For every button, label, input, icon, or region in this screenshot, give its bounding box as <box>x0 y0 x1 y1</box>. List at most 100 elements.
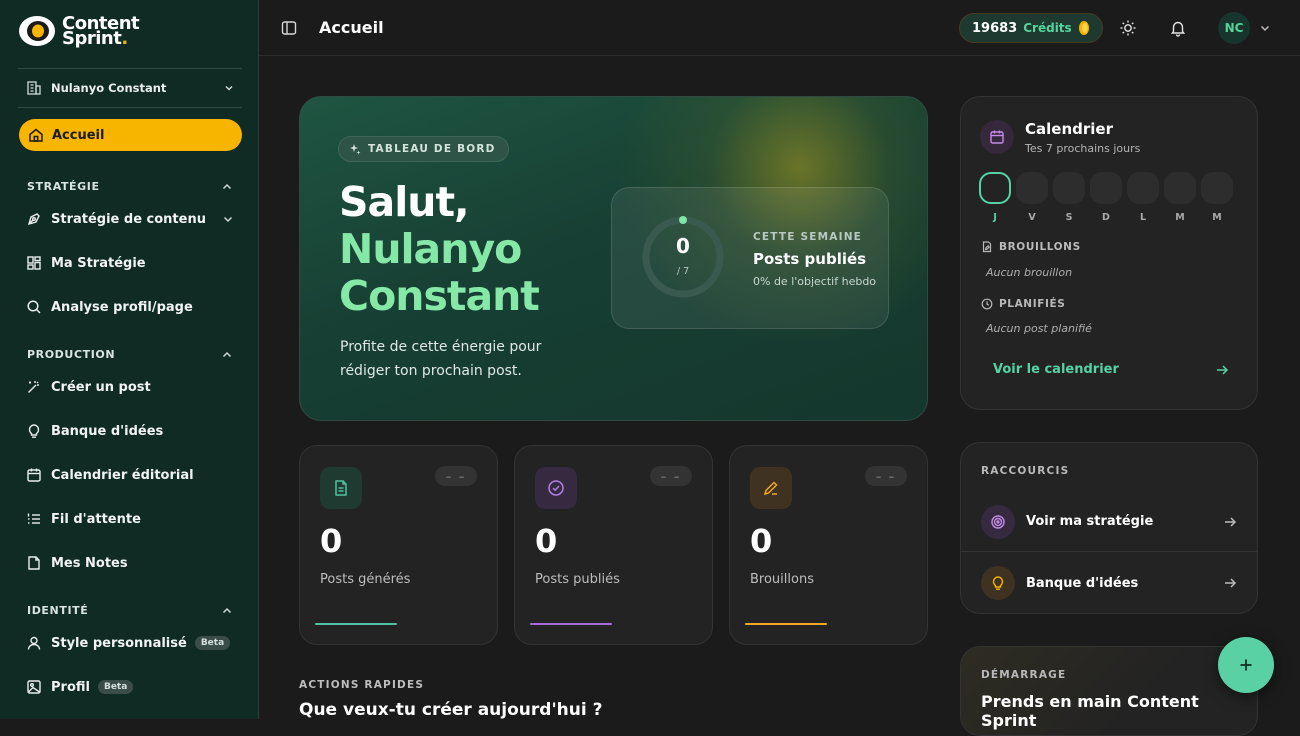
day-cell[interactable]: M <box>1164 172 1196 223</box>
hero-subtitle: Profite de cette énergie pour rédiger to… <box>340 339 542 379</box>
drafts-heading: BROUILLONS <box>981 241 1081 253</box>
shortcuts-label: RACCOURCIS <box>981 465 1070 477</box>
check-circle-icon <box>535 467 577 509</box>
stat-label: Brouillons <box>750 572 814 587</box>
brand-logo[interactable]: Content Sprint. <box>18 13 140 49</box>
day-cell[interactable]: D <box>1090 172 1122 223</box>
credits-value: 19683 <box>972 20 1018 36</box>
quick-actions-label: ACTIONS RAPIDES <box>299 679 425 691</box>
onboarding-card[interactable]: DÉMARRAGE Prends en main Content Sprint <box>960 646 1258 736</box>
pen-tool-icon <box>27 213 40 226</box>
day-cell[interactable]: S <box>1053 172 1085 223</box>
shortcut-strategy[interactable]: Voir ma stratégie <box>961 492 1257 552</box>
file-edit-icon <box>982 241 992 253</box>
create-fab-button[interactable] <box>1218 637 1274 693</box>
arrow-right-icon <box>1225 516 1237 527</box>
credits-badge[interactable]: 19683 Crédits <box>959 13 1103 43</box>
day-cell[interactable]: V <box>1016 172 1048 223</box>
day-cell[interactable]: J <box>979 172 1011 223</box>
calendar-icon <box>980 120 1014 154</box>
chevron-down-icon[interactable] <box>1259 22 1271 34</box>
top-header: Accueil 19683 Crédits NC <box>259 0 1300 56</box>
logo-icon <box>19 16 55 46</box>
sparkles-icon <box>350 144 361 155</box>
brand-name: Content Sprint. <box>62 13 140 49</box>
stat-value: 0 <box>535 522 558 560</box>
calendar-icon <box>27 468 41 482</box>
sidebar-item-idea-bank[interactable]: Banque d'idées <box>26 418 242 444</box>
scheduled-heading: PLANIFIÉS <box>981 298 1065 310</box>
image-icon <box>27 680 41 694</box>
sidebar-item-profile-analysis[interactable]: Analyse profil/page <box>26 294 242 320</box>
stat-card-generated[interactable]: – – 0 Posts générés <box>299 445 498 645</box>
document-icon <box>320 467 362 509</box>
sidebar-toggle-icon[interactable] <box>281 20 297 36</box>
beta-badge: Beta <box>97 680 134 694</box>
shortcuts-card: RACCOURCIS Voir ma stratégie Banque d'id… <box>960 442 1258 614</box>
sidebar-item-my-strategy[interactable]: Ma Stratégie <box>26 250 242 276</box>
stat-card-published[interactable]: – – 0 Posts publiés <box>514 445 713 645</box>
sidebar-item-create-post[interactable]: Créer un post <box>26 374 242 400</box>
view-calendar-link[interactable]: Voir le calendrier <box>993 362 1229 377</box>
lightbulb-icon <box>981 566 1015 600</box>
sidebar-item-profile[interactable]: Profil Beta <box>26 674 242 700</box>
workspace-name: Nulanyo Constant <box>51 81 167 95</box>
stat-label: Posts publiés <box>535 572 620 587</box>
weekly-goal-text: 0% de l'objectif hebdo <box>753 275 877 288</box>
greeting: Salut, Nulanyo Constant <box>339 178 540 320</box>
onboarding-title: Prends en main Content Sprint <box>981 692 1199 730</box>
avatar[interactable]: NC <box>1218 12 1250 44</box>
page-title: Accueil <box>319 18 384 37</box>
weekly-label: CETTE SEMAINE <box>753 231 863 243</box>
plus-icon <box>1240 659 1252 671</box>
target-icon <box>981 504 1015 539</box>
stat-accent-bar <box>315 623 397 625</box>
sidebar: Content Sprint. Nulanyo Constant Accueil… <box>0 0 259 719</box>
home-icon <box>29 128 43 142</box>
sun-icon[interactable] <box>1119 19 1137 37</box>
sidebar-item-label: Accueil <box>52 127 105 143</box>
arrow-right-icon <box>1217 364 1229 375</box>
pencil-icon <box>750 467 792 509</box>
stat-value: 0 <box>320 522 343 560</box>
stat-accent-bar <box>530 623 612 625</box>
workspace-selector[interactable]: Nulanyo Constant <box>18 68 242 108</box>
chevron-down-icon <box>225 85 233 91</box>
stat-accent-bar <box>745 623 827 625</box>
user-icon <box>27 636 41 650</box>
quick-actions-title: Que veux-tu créer aujourd'hui ? <box>299 700 603 720</box>
chevron-up-icon <box>222 183 232 189</box>
sidebar-item-notes[interactable]: Mes Notes <box>26 550 242 576</box>
onboarding-label: DÉMARRAGE <box>981 669 1067 681</box>
stat-card-drafts[interactable]: – – 0 Brouillons <box>729 445 928 645</box>
section-strategie[interactable]: STRATÉGIE <box>27 180 233 193</box>
building-icon <box>27 81 41 95</box>
note-icon <box>28 556 40 570</box>
section-production[interactable]: PRODUCTION <box>27 348 233 361</box>
trend-badge: – – <box>435 466 477 486</box>
day-cell[interactable]: L <box>1127 172 1159 223</box>
list-ordered-icon <box>27 513 40 524</box>
beta-badge: Beta <box>194 636 231 650</box>
calendar-card: Calendrier Tes 7 prochains jours J V S D… <box>960 96 1258 410</box>
section-identite[interactable]: IDENTITÉ <box>27 604 233 617</box>
progress-ring-marker <box>679 216 687 224</box>
hero-card: TABLEAU DE BORD Salut, Nulanyo Constant … <box>299 96 928 421</box>
day-cell[interactable]: M <box>1201 172 1233 223</box>
clock-icon <box>981 298 993 310</box>
calendar-subtitle: Tes 7 prochains jours <box>1025 142 1141 155</box>
stat-value: 0 <box>750 522 773 560</box>
weekly-goal: / 7 <box>676 266 690 277</box>
sidebar-item-home[interactable]: Accueil <box>19 119 242 151</box>
bell-icon[interactable] <box>1169 19 1187 37</box>
sidebar-item-custom-style[interactable]: Style personnalisé Beta <box>26 630 242 656</box>
sidebar-item-queue[interactable]: Fil d'attente <box>26 506 242 532</box>
coin-icon <box>1078 21 1089 35</box>
chevron-up-icon <box>222 607 232 613</box>
sidebar-item-content-strategy[interactable]: Stratégie de contenu <box>26 206 242 232</box>
weekly-progress-card: 0 / 7 CETTE SEMAINE Posts publiés 0% de … <box>611 187 889 329</box>
sidebar-item-editorial-calendar[interactable]: Calendrier éditorial <box>26 462 242 488</box>
shortcut-idea-bank[interactable]: Banque d'idées <box>961 553 1257 613</box>
lightbulb-icon <box>28 424 40 438</box>
chevron-up-icon <box>222 351 232 357</box>
